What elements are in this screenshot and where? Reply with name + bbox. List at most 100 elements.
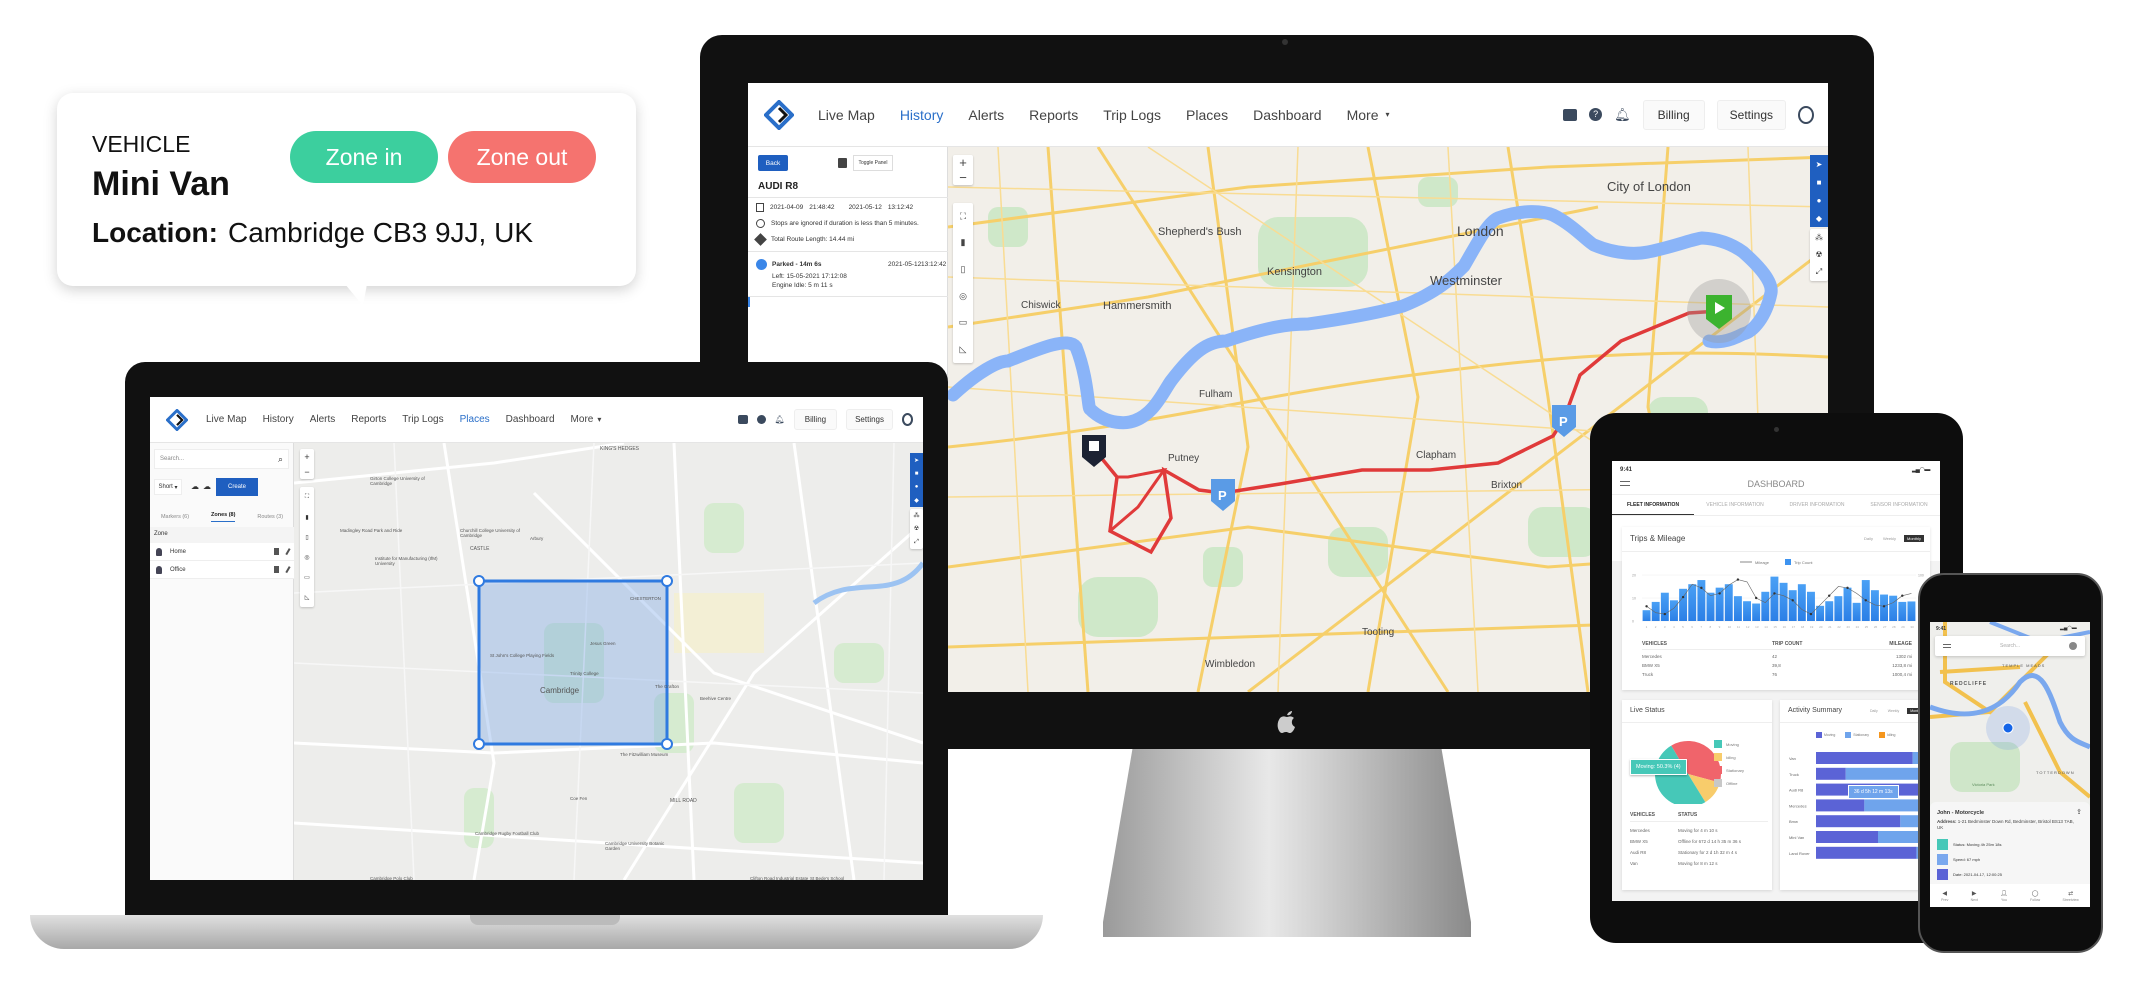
zoom-out-button[interactable]: − — [959, 170, 967, 185]
tag-icon[interactable]: ■ — [1817, 178, 1822, 187]
map-type-icon[interactable]: ▮ — [305, 514, 308, 521]
range-weekly[interactable]: Weekly — [1886, 708, 1901, 714]
cluster-icon[interactable]: ⁂ — [1815, 233, 1823, 242]
ruler-icon[interactable]: ▭ — [304, 574, 310, 581]
layers-icon[interactable] — [2068, 642, 2077, 650]
range-weekly[interactable]: Weekly — [1881, 535, 1898, 542]
range-monthly[interactable]: Monthly — [1903, 535, 1924, 542]
traffic-icon[interactable]: ▯ — [961, 264, 966, 275]
fullscreen-icon[interactable]: ⛶ — [305, 494, 309, 501]
bell-icon[interactable]: 🔔︎ — [1614, 107, 1631, 123]
measure-icon[interactable]: ◺ — [305, 594, 310, 601]
navigate-icon[interactable]: ➤ — [1816, 160, 1823, 169]
nav-alerts[interactable]: Alerts — [310, 397, 336, 443]
cloud-download-icon[interactable]: ☁ — [203, 482, 211, 491]
edit-icon[interactable] — [284, 566, 290, 573]
toggle-panel-button[interactable]: Toggle Panel — [853, 155, 893, 171]
nav-history[interactable]: History — [263, 397, 294, 443]
nav-trip-logs[interactable]: Trip Logs — [1103, 83, 1161, 147]
zone-out-button[interactable]: Zone out — [448, 131, 596, 183]
nav-reports[interactable]: Reports — [351, 397, 386, 443]
nav-alerts[interactable]: Alerts — [968, 83, 1004, 147]
tab-driver-information[interactable]: DRIVER INFORMATION — [1776, 495, 1858, 515]
zone-list-item[interactable]: Office — [150, 561, 294, 579]
tab-routes-3[interactable]: Routes (3) — [257, 514, 283, 520]
zone-list-item[interactable]: Home — [150, 543, 294, 561]
route-icon[interactable]: ◆ — [914, 497, 919, 504]
tab-fleet-information[interactable]: FLEET INFORMATION — [1612, 495, 1694, 515]
share-icon[interactable]: ⇪ — [2076, 808, 2082, 816]
nav-follow[interactable]: ◯ Follow — [2030, 890, 2040, 902]
mobile-search-bar[interactable]: Search... — [1935, 636, 2085, 656]
fullscreen-icon[interactable]: ⛶ — [960, 211, 966, 222]
range-daily[interactable]: Daily — [1868, 708, 1880, 714]
nav-live-map[interactable]: Live Map — [818, 83, 875, 147]
nav-more[interactable]: More — [1347, 83, 1379, 147]
nav-places[interactable]: Places — [460, 397, 490, 443]
brand-logo[interactable] — [764, 99, 794, 130]
zoom-in-button[interactable]: + — [304, 452, 309, 462]
billing-button[interactable]: Billing — [1642, 99, 1705, 130]
user-avatar-icon[interactable] — [1798, 105, 1814, 124]
nav-dashboard[interactable]: Dashboard — [506, 397, 555, 443]
ruler-icon[interactable]: ▭ — [959, 317, 968, 328]
search-input[interactable]: Search... ⌕ — [154, 449, 289, 469]
create-button[interactable]: Create — [216, 478, 258, 496]
delete-icon[interactable] — [273, 566, 279, 573]
zoom-in-button[interactable]: + — [959, 155, 967, 170]
delete-icon[interactable] — [273, 548, 279, 555]
chat-icon[interactable] — [737, 415, 748, 424]
back-button[interactable]: Back — [758, 155, 788, 171]
trip-event-item[interactable]: Parked - 14m 6s 2021-05-12 13:12:42 Left… — [748, 251, 948, 295]
cluster-icon[interactable]: ⁂ — [914, 512, 920, 519]
tab-zones-8[interactable]: Zones (8) — [210, 512, 236, 522]
nav-streetview[interactable]: ⇄ Streetview — [2062, 890, 2078, 902]
brand-logo[interactable] — [166, 408, 188, 431]
places-map[interactable] — [294, 443, 923, 880]
zoom-out-button[interactable]: − — [304, 467, 309, 477]
bell-icon[interactable]: 🔔︎ — [775, 415, 785, 424]
nav-prev[interactable]: ◀ Prev — [1941, 890, 1948, 902]
settings-button[interactable]: Settings — [846, 409, 893, 430]
nav-history[interactable]: History — [900, 83, 944, 147]
radiation-icon[interactable]: ☢ — [1815, 250, 1822, 259]
settings-button[interactable]: Settings — [1716, 99, 1786, 130]
street-view-icon[interactable]: ◎ — [959, 291, 967, 302]
zone-polygon[interactable] — [477, 579, 669, 746]
nav-reports[interactable]: Reports — [1029, 83, 1078, 147]
measure-icon[interactable]: ◺ — [960, 344, 967, 355]
sort-dropdown[interactable]: Short ▾ — [154, 479, 182, 495]
expand-icon[interactable]: ⤢ — [914, 539, 919, 546]
route-icon[interactable]: ◆ — [1816, 214, 1822, 223]
edit-icon[interactable] — [284, 548, 290, 555]
tab-vehicle-information[interactable]: VEHICLE INFORMATION — [1694, 495, 1776, 515]
nav-you[interactable]: 👤︎ You — [2000, 890, 2008, 902]
zone-in-button[interactable]: Zone in — [290, 131, 438, 183]
nav-live-map[interactable]: Live Map — [206, 397, 247, 443]
billing-button[interactable]: Billing — [793, 409, 838, 430]
expand-icon[interactable]: ⤢ — [1816, 267, 1822, 277]
range-daily[interactable]: Daily — [1862, 535, 1875, 542]
tab-sensor-information[interactable]: SENSOR INFORMATION — [1858, 495, 1940, 515]
map-type-icon[interactable]: ▮ — [961, 237, 966, 248]
radiation-icon[interactable]: ☢ — [914, 525, 919, 532]
nav-trip-logs[interactable]: Trip Logs — [402, 397, 443, 443]
help-icon[interactable]: ? — [1589, 108, 1603, 121]
cloud-upload-icon[interactable]: ☁ — [191, 482, 199, 491]
nav-next[interactable]: ▶ Next — [1971, 890, 1978, 902]
user-avatar-icon[interactable] — [902, 413, 913, 426]
help-icon[interactable] — [756, 415, 766, 424]
street-view-icon[interactable]: ◎ — [304, 554, 309, 561]
save-icon[interactable] — [838, 158, 847, 168]
nav-more[interactable]: More — [571, 397, 594, 443]
chat-icon[interactable] — [1563, 108, 1578, 121]
marker-icon[interactable]: ● — [1817, 196, 1822, 205]
chevron-down-icon[interactable]: ▾ — [597, 415, 601, 424]
hamburger-menu-icon[interactable] — [1943, 644, 1951, 648]
tag-icon[interactable]: ■ — [915, 471, 919, 477]
nav-dashboard[interactable]: Dashboard — [1253, 83, 1322, 147]
tab-markers-6[interactable]: Markers (6) — [161, 514, 189, 520]
chevron-down-icon[interactable]: ▾ — [1385, 110, 1389, 119]
traffic-icon[interactable]: ▯ — [305, 534, 308, 541]
marker-icon[interactable]: ● — [915, 484, 919, 490]
